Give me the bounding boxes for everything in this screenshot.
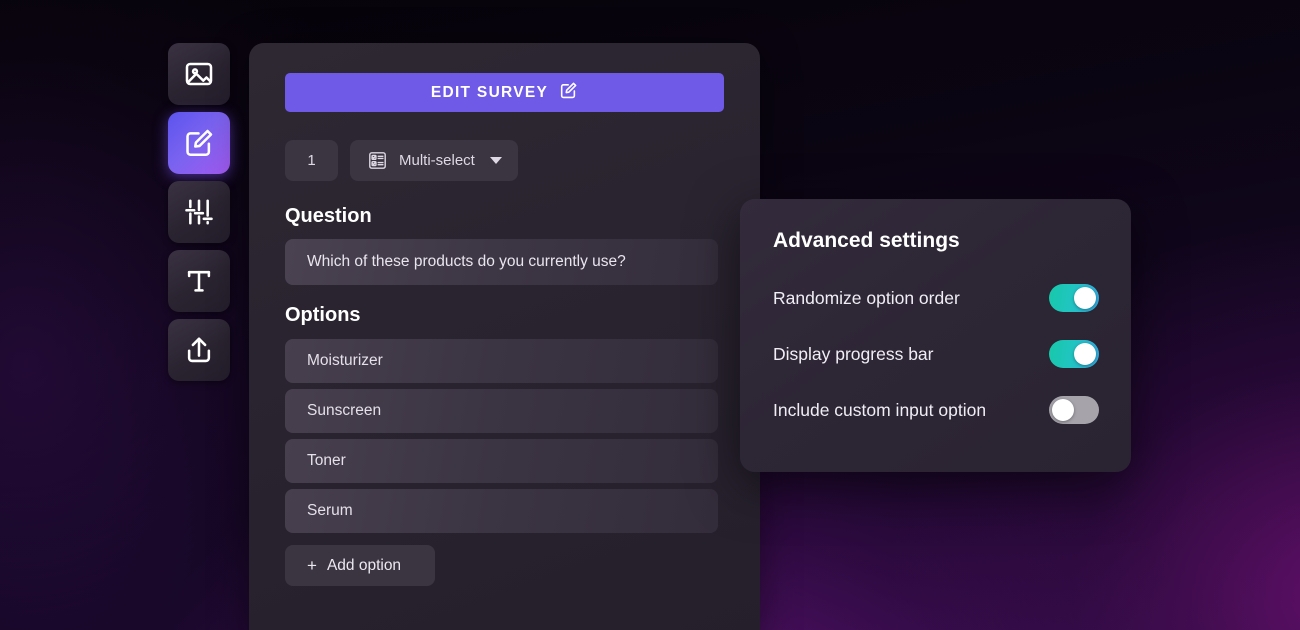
question-text-input[interactable]: Which of these products do you currently… [285,239,718,285]
sliders-icon [183,196,215,228]
setting-row-include-custom-input-option: Include custom input option [773,391,1099,429]
tool-rail [168,43,230,381]
question-number-input[interactable]: 1 [285,140,338,181]
advanced-settings-title: Advanced settings [773,229,960,252]
setting-row-randomize-option-order: Randomize option order [773,279,1099,317]
setting-label: Include custom input option [773,399,987,420]
chevron-down-icon [489,157,502,164]
checklist-icon [367,150,388,171]
option-input[interactable]: Sunscreen [285,389,718,433]
edit-survey-label: EDIT SURVEY [430,83,549,101]
question-section-title: Question [285,205,372,227]
sidebar-item-image[interactable] [168,43,230,105]
options-section-title: Options [285,304,361,326]
question-type-dropdown[interactable]: Multi-select [350,140,518,181]
plus-icon: + [307,556,317,575]
toggle-knob [1074,287,1096,309]
option-input[interactable]: Toner [285,439,718,483]
sidebar-item-edit[interactable] [168,112,230,174]
setting-label: Display progress bar [773,343,934,364]
text-icon [183,265,215,297]
setting-row-display-progress-bar: Display progress bar [773,335,1099,373]
options-list: Moisturizer Sunscreen Toner Serum [285,339,724,533]
edit-square-icon [559,81,578,105]
toggle-randomize-option-order[interactable] [1049,284,1099,312]
question-type-label: Multi-select [399,152,475,169]
add-option-button[interactable]: + Add option [285,545,435,586]
toggle-include-custom-input-option[interactable] [1049,396,1099,424]
advanced-settings-panel: Advanced settings Randomize option order… [740,199,1131,472]
edit-icon [183,127,215,159]
toggle-knob [1052,399,1074,421]
survey-editor-panel: EDIT SURVEY 1 Multi-select Question Whic… [249,43,760,630]
option-input[interactable]: Moisturizer [285,339,718,383]
setting-label: Randomize option order [773,287,960,308]
toggle-knob [1074,343,1096,365]
sidebar-item-sliders[interactable] [168,181,230,243]
question-meta-row: 1 Multi-select [285,140,724,181]
edit-survey-button[interactable]: EDIT SURVEY [285,73,724,112]
option-input[interactable]: Serum [285,489,718,533]
sidebar-item-upload[interactable] [168,319,230,381]
upload-icon [183,334,215,366]
add-option-label: Add option [326,556,402,574]
image-icon [183,58,215,90]
toggle-display-progress-bar[interactable] [1049,340,1099,368]
sidebar-item-text[interactable] [168,250,230,312]
